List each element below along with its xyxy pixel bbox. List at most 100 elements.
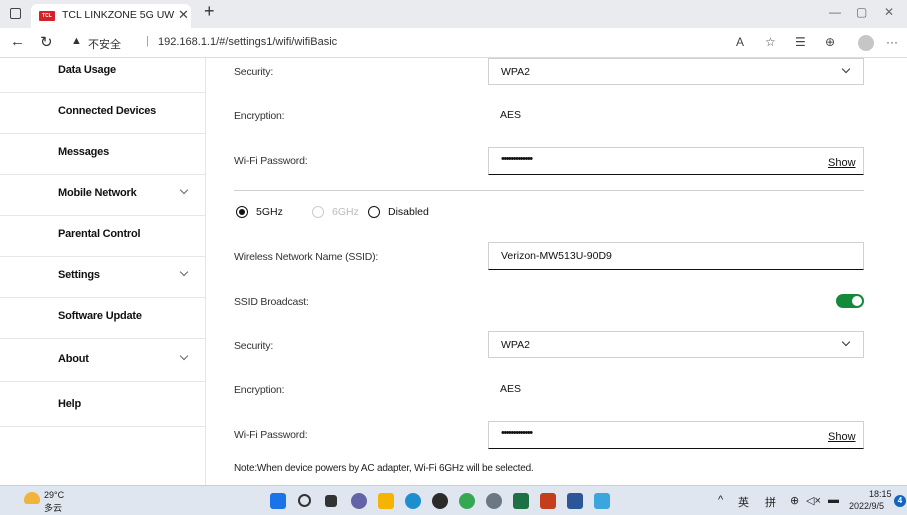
show-password-button-5g[interactable]: Show [828, 431, 856, 443]
task-view-icon[interactable] [325, 495, 337, 507]
close-window-icon[interactable]: ✕ [884, 5, 894, 19]
refresh-icon[interactable]: ↻ [40, 33, 53, 51]
ssid-value: Verizon-MW513U-90D9 [501, 250, 612, 262]
sidebar-item-label: Software Update [58, 310, 142, 322]
minimize-icon[interactable]: — [829, 5, 841, 19]
browser-tab-bar: TCL TCL LINKZONE 5G UW ✕ + — ▢ ✕ [0, 0, 907, 28]
read-aloud-icon[interactable]: A [736, 35, 744, 49]
chevron-down-icon [841, 337, 851, 347]
tray-caret-icon[interactable]: ^ [718, 494, 723, 506]
password-field-5g[interactable]: ••••••••••••• Show [488, 421, 864, 449]
password-label: Wi-Fi Password: [234, 155, 308, 167]
sidebar-item-label: Messages [58, 146, 109, 158]
close-tab-icon[interactable]: ✕ [178, 7, 189, 23]
security-select-5g[interactable]: WPA2 [488, 331, 864, 358]
ssid-broadcast-toggle[interactable] [836, 294, 864, 308]
battery-icon[interactable]: ▬ [828, 494, 839, 506]
wechat-icon[interactable] [459, 493, 475, 509]
password-mask-5g: ••••••••••••• [501, 427, 533, 439]
encryption-value-5g: AES [500, 383, 522, 395]
sidebar-item-settings[interactable]: Settings [0, 257, 205, 298]
encryption-label: Encryption: [234, 110, 285, 122]
encryption-value: AES [500, 109, 522, 121]
radio-5ghz[interactable] [236, 206, 248, 218]
wifi-settings-panel: Security: WPA2 Encryption: AES Wi-Fi Pas… [206, 58, 907, 485]
sidebar-item-about[interactable]: About [0, 341, 205, 382]
clock-date[interactable]: 2022/9/5 [849, 501, 884, 511]
warning-icon[interactable]: ▲ [71, 35, 82, 47]
security-status[interactable]: 不安全 [88, 36, 121, 52]
section-divider [234, 190, 864, 191]
radio-disabled[interactable] [368, 206, 380, 218]
sidebar-item-label: Settings [58, 269, 100, 281]
password-label-5g: Wi-Fi Password: [234, 429, 308, 441]
tab-title: TCL LINKZONE 5G UW [62, 9, 175, 21]
restore-icon[interactable]: ▢ [856, 5, 867, 19]
chevron-down-icon [179, 351, 189, 361]
tcl-favicon-icon: TCL [39, 11, 55, 21]
sidebar-item-data-usage[interactable]: Data Usage [0, 52, 205, 93]
sidebar-item-parental-control[interactable]: Parental Control [0, 216, 205, 257]
ssid-broadcast-label: SSID Broadcast: [234, 296, 309, 308]
network-icon[interactable]: ⊕ [790, 494, 799, 507]
weather-cloud-icon[interactable] [24, 492, 40, 504]
show-password-button[interactable]: Show [828, 157, 856, 169]
sidebar-item-connected-devices[interactable]: Connected Devices [0, 93, 205, 134]
snipping-tool-icon[interactable] [594, 493, 610, 509]
radio-6ghz [312, 206, 324, 218]
powerpoint-icon[interactable] [540, 493, 556, 509]
url-separator: | [146, 35, 149, 47]
favorite-add-icon[interactable]: ☆ [765, 35, 776, 49]
security-label-5g: Security: [234, 340, 274, 352]
edge-browser-icon[interactable] [405, 493, 421, 509]
new-tab-icon[interactable]: + [204, 1, 215, 22]
chevron-down-icon [179, 267, 189, 277]
app-icon[interactable] [432, 493, 448, 509]
sidebar-item-label: Mobile Network [58, 187, 137, 199]
security-value: WPA2 [501, 66, 530, 78]
sidebar-item-label: About [58, 353, 89, 365]
clock-time[interactable]: 18:15 [869, 489, 892, 499]
tab-actions-icon[interactable] [10, 8, 21, 19]
sidebar-item-label: Connected Devices [58, 105, 157, 117]
volume-muted-icon[interactable]: ◁× [806, 494, 821, 507]
radio-disabled-label: Disabled [388, 206, 429, 218]
notification-badge[interactable]: 4 [894, 495, 906, 507]
collections-icon[interactable]: ⊕ [825, 35, 835, 49]
input-language[interactable]: 英 [738, 494, 749, 510]
word-icon[interactable] [567, 493, 583, 509]
chevron-down-icon [841, 64, 851, 74]
sidebar-item-label: Parental Control [58, 228, 141, 240]
weather-condition[interactable]: 多云 [44, 501, 62, 514]
weather-temperature[interactable]: 29°C [44, 490, 64, 500]
security-value-5g: WPA2 [501, 339, 530, 351]
excel-icon[interactable] [513, 493, 529, 509]
input-method[interactable]: 拼 [765, 494, 776, 510]
security-select[interactable]: WPA2 [488, 58, 864, 85]
password-field[interactable]: ••••••••••••• Show [488, 147, 864, 175]
chat-icon[interactable] [351, 493, 367, 509]
url-input[interactable]: 192.168.1.1/#/settings1/wifi/wifiBasic [158, 36, 337, 48]
sidebar-item-mobile-network[interactable]: Mobile Network [0, 175, 205, 216]
radio-6ghz-label: 6GHz [332, 206, 359, 218]
encryption-label-5g: Encryption: [234, 384, 285, 396]
security-label: Security: [234, 66, 274, 78]
profile-avatar[interactable] [858, 35, 874, 51]
sidebar-item-software-update[interactable]: Software Update [0, 298, 205, 339]
sidebar-item-label: Help [58, 398, 82, 410]
ac-adapter-note: Note:When device powers by AC adapter, W… [234, 463, 534, 474]
more-options-icon[interactable]: ··· [886, 35, 898, 49]
file-explorer-icon[interactable] [378, 493, 394, 509]
sidebar-nav: Data Usage Connected Devices Messages Mo… [0, 58, 206, 485]
start-menu-icon[interactable] [270, 493, 286, 509]
back-arrow-icon[interactable]: ← [10, 33, 25, 50]
favorites-icon[interactable]: ☰ [795, 35, 806, 49]
sidebar-item-help[interactable]: Help [0, 386, 205, 427]
ssid-input[interactable]: Verizon-MW513U-90D9 [488, 242, 864, 270]
settings-gear-icon[interactable] [486, 493, 502, 509]
search-icon[interactable] [298, 494, 311, 507]
radio-5ghz-label: 5GHz [256, 206, 283, 218]
sidebar-item-messages[interactable]: Messages [0, 134, 205, 175]
browser-tab[interactable]: TCL TCL LINKZONE 5G UW ✕ [31, 4, 191, 28]
chevron-down-icon [179, 185, 189, 195]
